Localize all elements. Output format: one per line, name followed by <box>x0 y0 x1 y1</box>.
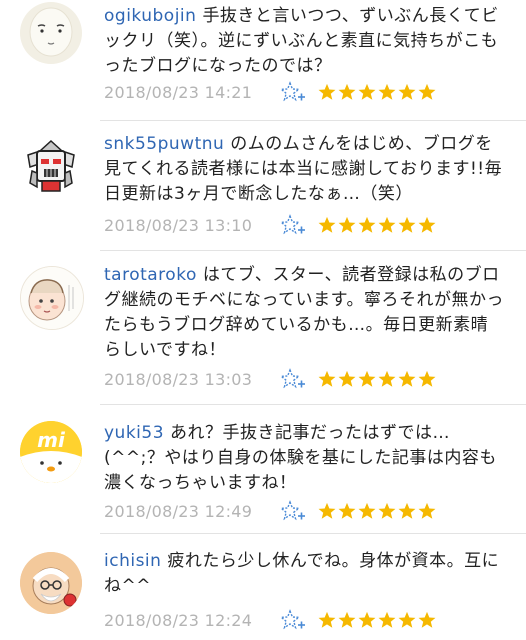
star-list <box>318 370 436 388</box>
star-icon[interactable] <box>358 216 376 234</box>
star-icon[interactable] <box>358 370 376 388</box>
star-icon[interactable] <box>318 611 336 629</box>
comment-meta: 2018/08/23 13:10 <box>104 213 436 237</box>
yellow-chick-avatar-icon[interactable]: mi <box>20 421 82 483</box>
comment-username[interactable]: snk55puwtnu <box>104 134 224 154</box>
add-star-icon[interactable] <box>279 368 306 390</box>
robot-head-avatar-icon[interactable] <box>20 137 82 199</box>
white-face-avatar-icon[interactable] <box>20 2 82 64</box>
star-icon[interactable] <box>398 216 416 234</box>
comment-timestamp[interactable]: 2018/08/23 13:03 <box>104 370 280 389</box>
star-icon[interactable] <box>318 502 336 520</box>
star-icon[interactable] <box>378 370 396 388</box>
comment-item: snk55puwtnu のムのムさんをはじめ、ブログを見てくれる読者様には本当に感… <box>0 121 526 250</box>
star-icon[interactable] <box>378 502 396 520</box>
comment-body: snk55puwtnu のムのムさんをはじめ、ブログを見てくれる読者様には本当に感… <box>104 132 504 207</box>
star-list <box>318 502 436 520</box>
star-list <box>318 611 436 629</box>
add-star-icon[interactable] <box>279 214 306 236</box>
star-icon[interactable] <box>418 611 436 629</box>
star-icon[interactable] <box>358 83 376 101</box>
star-icon[interactable] <box>338 83 356 101</box>
comment-username[interactable]: ichisin <box>104 551 161 571</box>
comment-username[interactable]: ogikubojin <box>104 6 196 26</box>
star-icon[interactable] <box>418 83 436 101</box>
star-icon[interactable] <box>358 502 376 520</box>
old-man-avatar-icon[interactable] <box>20 552 82 614</box>
comment-timestamp[interactable]: 2018/08/23 12:49 <box>104 502 280 521</box>
star-icon[interactable] <box>338 216 356 234</box>
star-icon[interactable] <box>398 611 416 629</box>
svg-text:mi: mi <box>37 428 66 452</box>
comment-item: ogikubojin 手抜きと言いつつ、ずいぶん長くてビックリ（笑）。逆にずいぶん… <box>0 0 526 120</box>
star-icon[interactable] <box>338 370 356 388</box>
star-icon[interactable] <box>318 216 336 234</box>
star-icon[interactable] <box>378 216 396 234</box>
star-icon[interactable] <box>358 611 376 629</box>
comment-meta: 2018/08/23 14:21 <box>104 80 436 104</box>
star-icon[interactable] <box>338 502 356 520</box>
comment-text: 疲れたら少し休んでね。身体が資本。互にね^^ <box>104 551 500 596</box>
comment-body: ogikubojin 手抜きと言いつつ、ずいぶん長くてビックリ（笑）。逆にずいぶん… <box>104 4 504 79</box>
comment-body: tarotaroko はてブ、スター、読者登録は私のブログ継続のモチベになっていま… <box>104 263 504 363</box>
star-list <box>318 216 436 234</box>
star-icon[interactable] <box>418 370 436 388</box>
comment-username[interactable]: yuki53 <box>104 423 164 443</box>
star-icon[interactable] <box>398 370 416 388</box>
star-icon[interactable] <box>398 83 416 101</box>
comment-meta: 2018/08/23 13:03 <box>104 367 436 391</box>
comment-item: tarotaroko はてブ、スター、読者登録は私のブログ継続のモチベになっていま… <box>0 251 526 404</box>
comment-item: ichisin 疲れたら少し休んでね。身体が資本。互にね^^ 2018/08/23… <box>0 534 526 640</box>
star-icon[interactable] <box>318 83 336 101</box>
star-icon[interactable] <box>418 216 436 234</box>
comment-timestamp[interactable]: 2018/08/23 12:24 <box>104 611 280 630</box>
star-list <box>318 83 436 101</box>
add-star-icon[interactable] <box>279 500 306 522</box>
star-icon[interactable] <box>418 502 436 520</box>
add-star-icon[interactable] <box>279 609 306 631</box>
comment-body: yuki53 あれ？手抜き記事だったはずでは…(^^;？やはり自身の体験を基にした… <box>104 421 504 496</box>
star-icon[interactable] <box>398 502 416 520</box>
star-icon[interactable] <box>338 611 356 629</box>
star-icon[interactable] <box>318 370 336 388</box>
comment-meta: 2018/08/23 12:49 <box>104 499 436 523</box>
baby-drawing-avatar-icon[interactable] <box>20 266 84 330</box>
comment-username[interactable]: tarotaroko <box>104 265 197 285</box>
star-icon[interactable] <box>378 611 396 629</box>
comment-timestamp[interactable]: 2018/08/23 14:21 <box>104 83 280 102</box>
comment-meta: 2018/08/23 12:24 <box>104 608 436 632</box>
add-star-icon[interactable] <box>279 81 306 103</box>
comment-body: ichisin 疲れたら少し休んでね。身体が資本。互にね^^ <box>104 549 504 599</box>
star-icon[interactable] <box>378 83 396 101</box>
comment-item: mi yuki53 あれ？手抜き記事だったはずでは…(^^;？やはり自身の体験を基… <box>0 405 526 533</box>
comment-timestamp[interactable]: 2018/08/23 13:10 <box>104 216 280 235</box>
